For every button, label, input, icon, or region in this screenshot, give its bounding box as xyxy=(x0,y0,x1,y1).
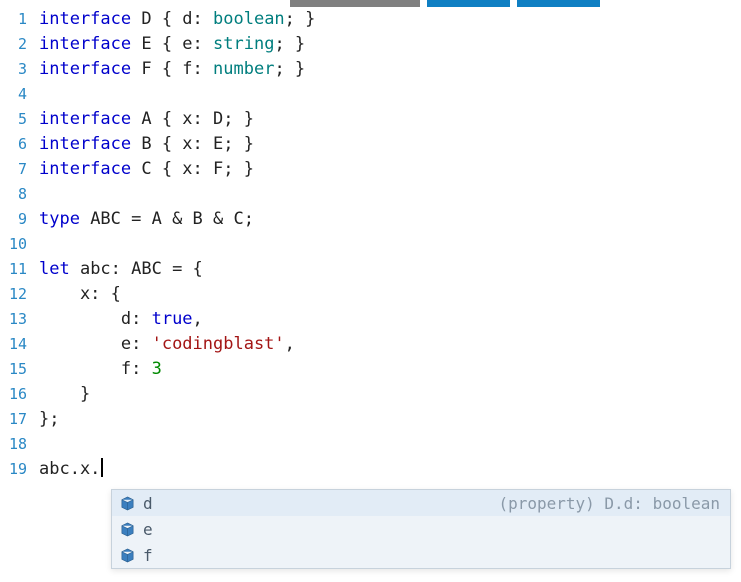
code-line[interactable]: f: 3 xyxy=(39,357,741,382)
code-line[interactable]: } xyxy=(39,382,741,407)
tab-inactive[interactable] xyxy=(290,0,420,7)
code-token: interface xyxy=(39,134,141,154)
code-token: interface xyxy=(39,34,141,54)
tab-active-2[interactable] xyxy=(517,0,600,7)
code-line[interactable]: interface D { d: boolean; } xyxy=(39,7,741,32)
code-line[interactable]: e: 'codingblast', xyxy=(39,332,741,357)
line-number: 19 xyxy=(0,457,27,482)
text-cursor xyxy=(101,458,103,477)
property-icon xyxy=(120,522,135,537)
code-token: number xyxy=(213,59,274,79)
code-token: d: xyxy=(39,309,152,329)
code-token: }; xyxy=(39,409,59,429)
code-token: string xyxy=(213,34,274,54)
code-line[interactable]: interface B { x: E; } xyxy=(39,132,741,157)
line-number-gutter: 12345678910111213141516171819 xyxy=(0,7,35,482)
code-token: 'codingblast' xyxy=(152,334,285,354)
code-token: interface xyxy=(39,9,141,29)
autocomplete-item[interactable]: e xyxy=(112,516,730,542)
code-token: F { f: xyxy=(141,59,213,79)
autocomplete-item[interactable]: d (property) D.d: boolean xyxy=(112,490,730,516)
code-line[interactable]: interface E { e: string; } xyxy=(39,32,741,57)
code-token: ; } xyxy=(285,9,316,29)
code-token: C { x: F; } xyxy=(141,159,254,179)
line-number: 3 xyxy=(0,57,27,82)
line-number: 13 xyxy=(0,307,27,332)
line-number: 9 xyxy=(0,207,27,232)
code-line[interactable] xyxy=(39,82,741,107)
line-number: 8 xyxy=(0,182,27,207)
code-token: x: { xyxy=(39,284,121,304)
code-token: abc: ABC = { xyxy=(80,259,203,279)
code-token: type xyxy=(39,209,90,229)
code-editor[interactable]: 12345678910111213141516171819 interface … xyxy=(0,7,741,482)
code-line[interactable] xyxy=(39,432,741,457)
line-number: 7 xyxy=(0,157,27,182)
code-token: ; } xyxy=(274,34,305,54)
code-token: D { d: xyxy=(141,9,213,29)
code-token: 3 xyxy=(152,359,162,379)
code-line[interactable]: let abc: ABC = { xyxy=(39,257,741,282)
code-token: interface xyxy=(39,159,141,179)
code-token: , xyxy=(193,309,203,329)
code-token: ABC = A & B & C; xyxy=(90,209,254,229)
code-token: , xyxy=(285,334,295,354)
code-token: interface xyxy=(39,109,141,129)
code-line[interactable]: }; xyxy=(39,407,741,432)
code-line[interactable]: interface A { x: D; } xyxy=(39,107,741,132)
autocomplete-item[interactable]: f xyxy=(112,542,730,568)
property-icon xyxy=(120,548,135,563)
code-token: boolean xyxy=(213,9,285,29)
code-line[interactable]: interface F { f: number; } xyxy=(39,57,741,82)
line-number: 10 xyxy=(0,232,27,257)
code-line[interactable]: d: true, xyxy=(39,307,741,332)
line-number: 15 xyxy=(0,357,27,382)
code-line[interactable] xyxy=(39,182,741,207)
code-line[interactable] xyxy=(39,232,741,257)
line-number: 16 xyxy=(0,382,27,407)
code-line[interactable]: x: { xyxy=(39,282,741,307)
tab-active-1[interactable] xyxy=(427,0,510,7)
autocomplete-item-detail: (property) D.d: boolean xyxy=(498,494,720,513)
line-number: 12 xyxy=(0,282,27,307)
code-token: true xyxy=(152,309,193,329)
line-number: 1 xyxy=(0,7,27,32)
code-token: abc.x. xyxy=(39,459,100,479)
autocomplete-item-label: f xyxy=(143,546,153,565)
line-number: 18 xyxy=(0,432,27,457)
code-token: let xyxy=(39,259,80,279)
code-line[interactable]: type ABC = A & B & C; xyxy=(39,207,741,232)
autocomplete-item-label: d xyxy=(143,494,153,513)
code-line[interactable]: interface C { x: F; } xyxy=(39,157,741,182)
line-number: 6 xyxy=(0,132,27,157)
autocomplete-popup[interactable]: d (property) D.d: boolean ef xyxy=(111,489,731,569)
line-number: 4 xyxy=(0,82,27,107)
code-token: e: xyxy=(39,334,152,354)
code-token: B { x: E; } xyxy=(141,134,254,154)
code-token: E { e: xyxy=(141,34,213,54)
line-number: 14 xyxy=(0,332,27,357)
tabs-bar xyxy=(0,0,741,7)
line-number: 11 xyxy=(0,257,27,282)
code-token: ; } xyxy=(274,59,305,79)
line-number: 2 xyxy=(0,32,27,57)
line-number: 17 xyxy=(0,407,27,432)
autocomplete-item-label: e xyxy=(143,520,153,539)
code-token: f: xyxy=(39,359,152,379)
code-token: interface xyxy=(39,59,141,79)
code-area[interactable]: interface D { d: boolean; }interface E {… xyxy=(35,7,741,482)
code-token: A { x: D; } xyxy=(141,109,254,129)
line-number: 5 xyxy=(0,107,27,132)
property-icon xyxy=(120,496,135,511)
code-token: } xyxy=(39,384,90,404)
code-line[interactable]: abc.x. xyxy=(39,457,741,482)
